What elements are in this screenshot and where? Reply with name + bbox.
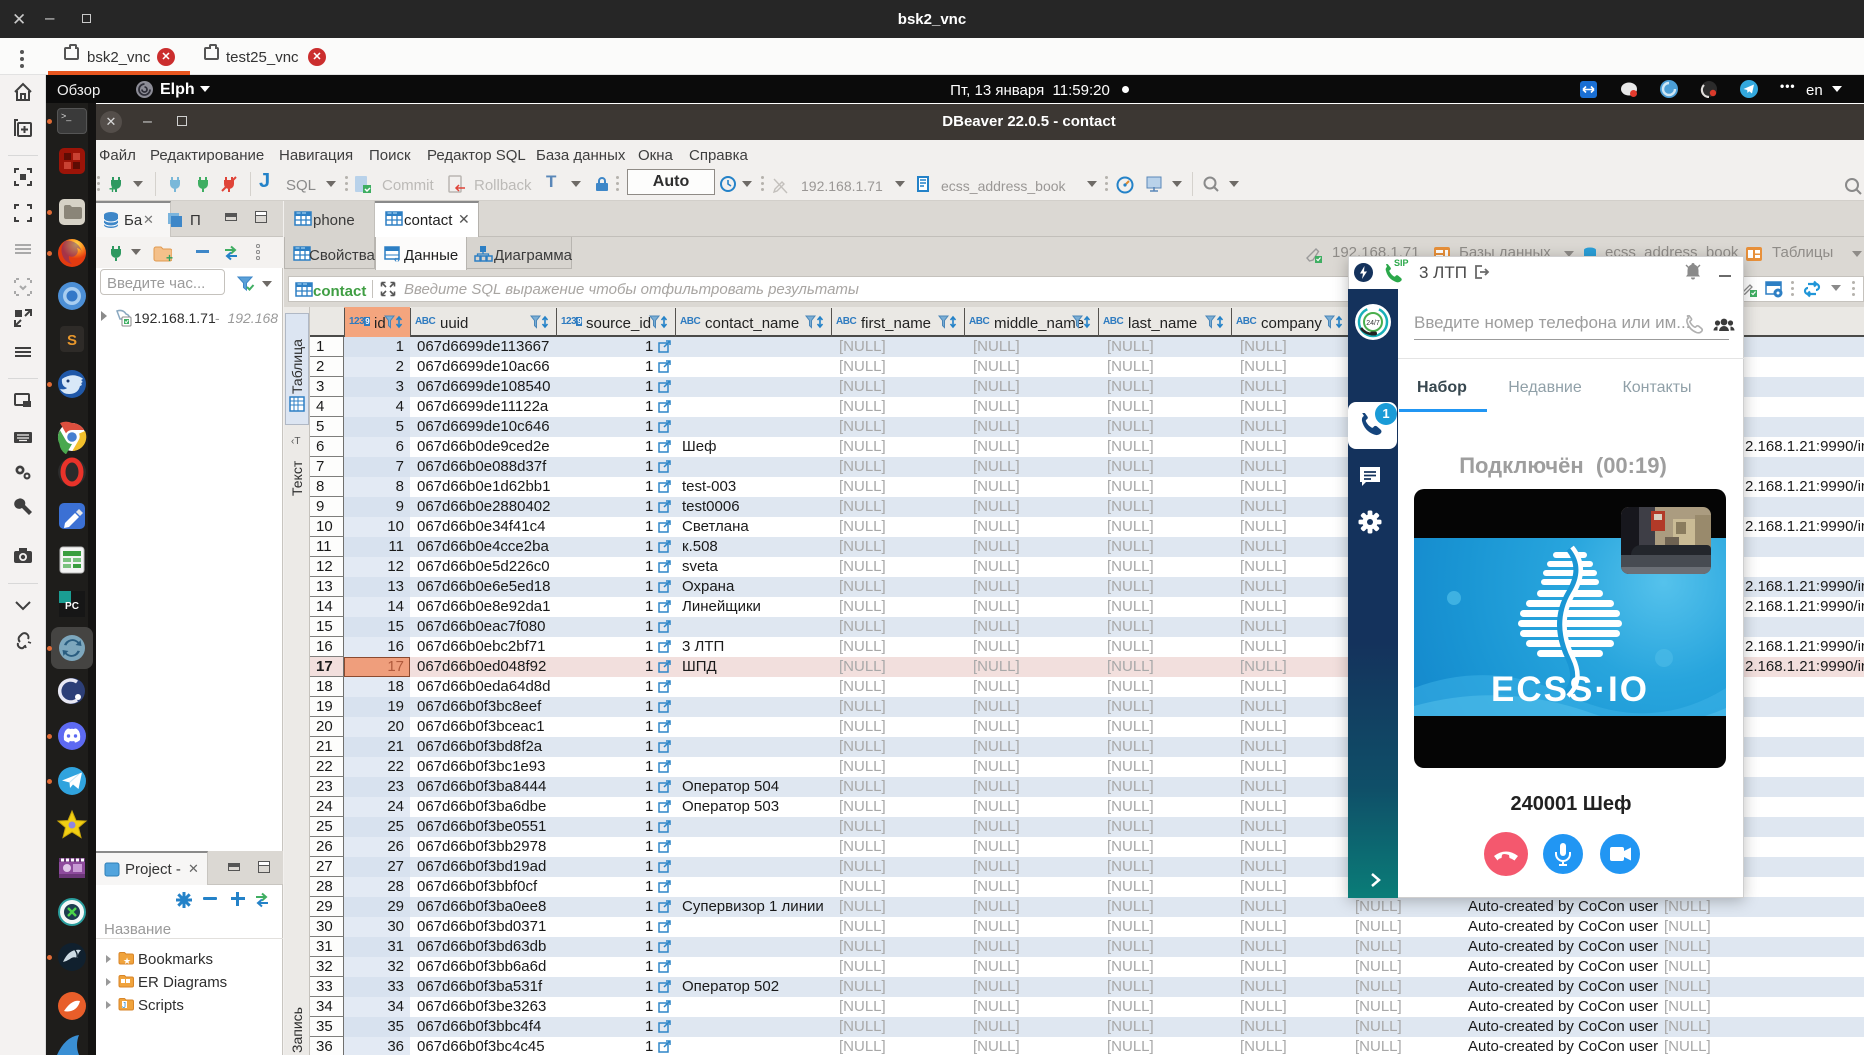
svg-text:PC: PC — [65, 601, 79, 612]
svg-text:ECSS·IO: ECSS·IO — [1491, 670, 1649, 709]
svg-text:‹›: ‹› — [394, 254, 400, 264]
svg-text:24/7: 24/7 — [1366, 320, 1380, 327]
svg-text:S: S — [67, 332, 77, 349]
svg-text:★: ★ — [123, 956, 131, 966]
svg-text:‹T: ‹T — [291, 436, 300, 447]
svg-text:J: J — [122, 1001, 126, 1010]
